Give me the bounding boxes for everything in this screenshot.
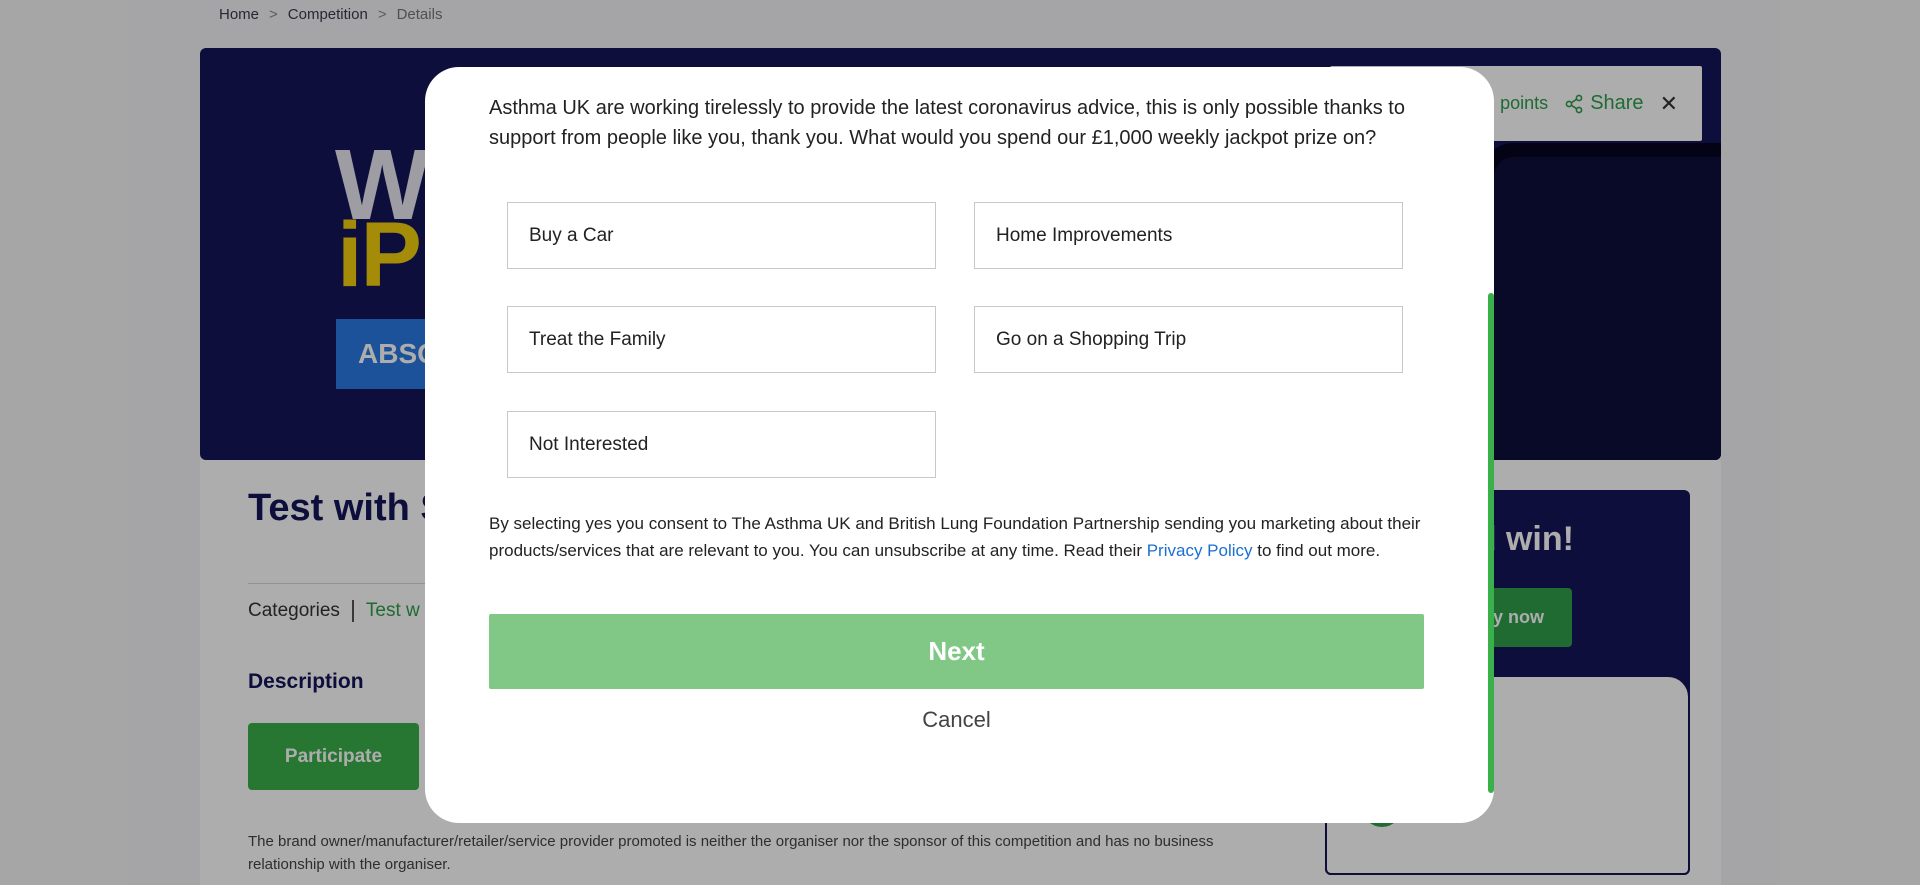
option-shopping-trip[interactable]: Go on a Shopping Trip [974,306,1403,373]
survey-modal: Asthma UK are working tirelessly to prov… [425,67,1494,823]
option-not-interested[interactable]: Not Interested [507,411,936,478]
option-home-improvements[interactable]: Home Improvements [974,202,1403,269]
next-button[interactable]: Next [489,614,1424,689]
consent-text: By selecting yes you consent to The Asth… [489,510,1439,564]
modal-scrollbar[interactable] [1488,293,1494,793]
consent-text-after: to find out more. [1252,541,1381,560]
privacy-policy-link[interactable]: Privacy Policy [1147,541,1253,560]
option-buy-a-car[interactable]: Buy a Car [507,202,936,269]
modal-intro-text: Asthma UK are working tirelessly to prov… [489,97,1405,149]
option-treat-the-family[interactable]: Treat the Family [507,306,936,373]
cancel-button[interactable]: Cancel [489,707,1424,733]
